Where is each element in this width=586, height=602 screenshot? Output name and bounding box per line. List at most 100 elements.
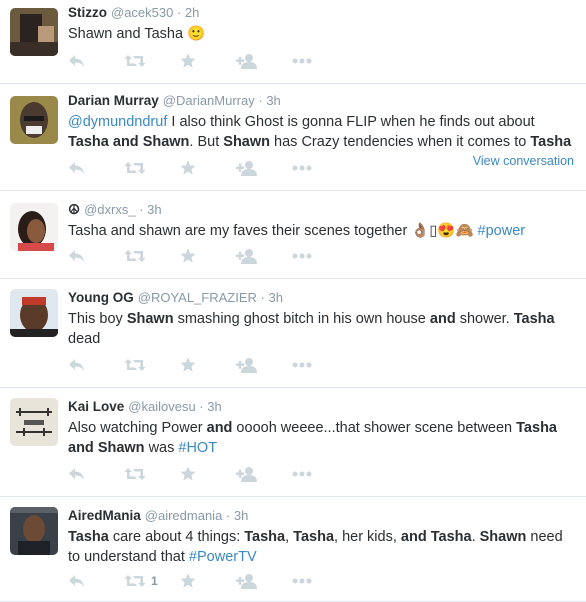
more-button[interactable] [292,572,332,590]
avatar[interactable] [10,8,58,56]
tweet-content: ☮ @dxrxs_ · 3h Tasha and shawn are my fav… [68,201,576,241]
retweet-button[interactable] [124,356,180,374]
tweet-content: Kai Love @kailovesu · 3h Also watching Po… [68,398,576,458]
user-name[interactable]: Stizzo [68,5,107,20]
favorite-button[interactable] [180,159,236,177]
follow-icon [236,357,258,373]
tweet-time[interactable]: 2h [185,5,199,20]
favorite-button[interactable] [180,465,236,483]
follow-button[interactable] [236,356,292,374]
reply-button[interactable] [68,159,124,177]
reply-button[interactable] [68,572,124,590]
avatar[interactable] [10,203,58,251]
retweet-button[interactable] [124,247,180,265]
avatar[interactable] [10,398,58,446]
user-handle[interactable]: @airedmania [145,508,223,523]
avatar[interactable] [10,96,58,144]
follow-button[interactable] [236,465,292,483]
tweet[interactable]: Darian Murray @DarianMurray · 3h @dymundn… [0,84,586,191]
follow-button[interactable] [236,572,292,590]
more-button[interactable] [292,356,332,374]
tweet-text-segment: Shawn and Tasha [68,26,188,42]
avatar[interactable] [10,507,58,555]
favorite-button[interactable] [180,247,236,265]
tweet-text-segment: shower. [455,311,514,327]
retweet-button[interactable] [124,159,180,177]
follow-button[interactable] [236,52,292,70]
retweet-icon [124,574,146,588]
more-button[interactable] [292,247,332,265]
tweet-link[interactable]: #PowerTV [189,549,257,565]
more-button[interactable] [292,465,332,483]
retweet-button[interactable]: 1 [124,572,180,590]
favorite-icon [180,466,196,482]
user-handle[interactable]: @dxrxs_ [84,202,136,217]
tweet-time[interactable]: 3h [234,508,248,523]
tweet[interactable]: Kai Love @kailovesu · 3h Also watching Po… [0,388,586,497]
favorite-icon [180,53,196,69]
user-handle[interactable]: @kailovesu [128,399,195,414]
tweet-text-segment: . [471,529,480,545]
tweet-text: Shawn and Tasha 🙂 [68,24,576,44]
tweet-time[interactable]: 3h [147,202,161,217]
tweet-time[interactable]: 3h [207,399,221,414]
favorite-button[interactable] [180,356,236,374]
highlighted-term: Tasha [244,529,286,545]
favorite-icon [180,160,196,176]
retweet-icon [124,54,146,68]
view-conversation-link[interactable]: View conversation [473,154,574,168]
reply-button[interactable] [68,356,124,374]
highlighted-term: Tasha [516,420,557,436]
favorite-button[interactable] [180,572,236,590]
reply-button[interactable] [68,465,124,483]
tweet[interactable]: ☮ @dxrxs_ · 3h Tasha and shawn are my fav… [0,191,586,279]
follow-button[interactable] [236,159,292,177]
retweet-button[interactable] [124,52,180,70]
emoji: 🙂 [187,26,206,42]
tweet-content: Young OG @ROYAL_FRAZIER · 3h This boy Sha… [68,289,576,349]
user-name[interactable]: ☮ [68,202,80,217]
tweet[interactable]: Young OG @ROYAL_FRAZIER · 3h This boy Sha… [0,279,586,388]
tweet[interactable]: AiredMania @airedmania · 3h Tasha care ab… [0,497,586,602]
tweet-time[interactable]: 3h [266,93,280,108]
tweet-header: Kai Love @kailovesu · 3h [68,399,222,414]
reply-button[interactable] [68,247,124,265]
favorite-icon [180,248,196,264]
user-name[interactable]: Young OG [68,290,134,305]
user-name[interactable]: AiredMania [68,508,141,523]
retweet-icon [124,358,146,372]
tweet-text-segment: ooooh weeee...that shower scene between [232,420,517,436]
tweet-actions [68,465,332,483]
tweet-header: Young OG @ROYAL_FRAZIER · 3h [68,290,283,305]
tweet-link[interactable]: #HOT [178,440,217,456]
tweet-actions [68,52,332,70]
tweet-link[interactable]: #power [478,223,526,239]
user-name[interactable]: Darian Murray [68,93,159,108]
more-button[interactable] [292,52,332,70]
retweet-button[interactable] [124,465,180,483]
user-handle[interactable]: @DarianMurray [163,93,255,108]
tweet-time[interactable]: 3h [268,290,282,305]
tweet-text-segment: , her kids, [334,529,401,545]
tweet[interactable]: Stizzo @acek530 · 2h Shawn and Tasha 🙂 [0,0,586,84]
retweet-icon [124,249,146,263]
follow-button[interactable] [236,247,292,265]
user-name[interactable]: Kai Love [68,399,124,414]
tweet-header: AiredMania @airedmania · 3h [68,508,249,523]
tweet-link[interactable]: @dymundndruf [68,114,167,130]
more-button[interactable] [292,159,332,177]
reply-button[interactable] [68,52,124,70]
user-handle[interactable]: @ROYAL_FRAZIER [138,290,257,305]
highlighted-term: Tasha [430,529,472,545]
tweet-actions [68,356,332,374]
tweet-text-segment: Also watching Power [68,420,207,436]
favorite-button[interactable] [180,52,236,70]
avatar[interactable] [10,289,58,337]
tweet-text-segment: , [285,529,294,545]
highlighted-term: Shawn [479,529,527,545]
tweet-actions [68,247,332,265]
user-handle[interactable]: @acek530 [111,5,173,20]
emoji: 👌🏽▯😍🙈 [411,223,478,239]
tweet-text: Tasha and shawn are my faves their scene… [68,221,576,241]
tweet-text: Tasha care about 4 things: Tasha, Tasha,… [68,527,576,567]
